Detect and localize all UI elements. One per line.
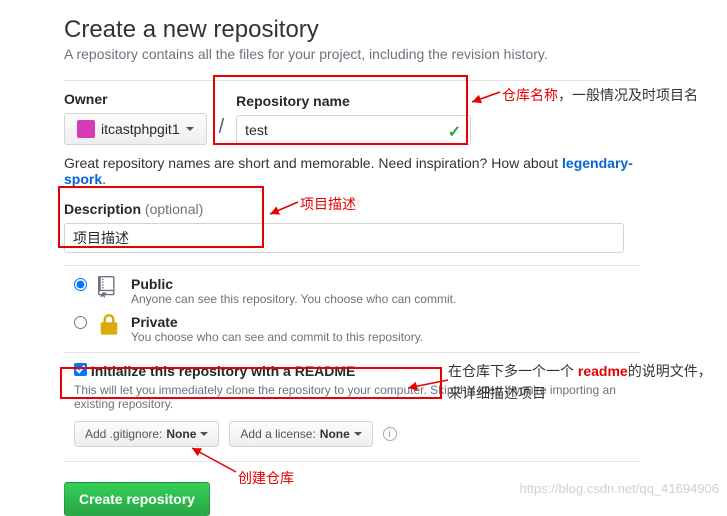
private-label: Private (131, 314, 423, 330)
check-icon: ✓ (448, 122, 461, 142)
init-readme-checkbox[interactable] (74, 363, 87, 376)
watermark: https://blog.csdn.net/qq_41694906 (520, 481, 720, 496)
init-readme-label: Initialize this repository with a README (91, 363, 355, 379)
create-repository-button[interactable]: Create repository (64, 482, 210, 516)
chevron-down-icon (200, 432, 208, 436)
owner-label: Owner (64, 91, 207, 107)
description-label: Description (optional) (64, 201, 640, 217)
description-input[interactable] (64, 223, 624, 253)
chevron-down-icon (354, 432, 362, 436)
owner-value: itcastphpgit1 (101, 121, 180, 137)
public-label: Public (131, 276, 456, 292)
repo-icon (95, 276, 123, 298)
divider (64, 461, 640, 462)
divider (64, 265, 640, 266)
owner-repo-separator: / (215, 116, 229, 145)
repo-name-label: Repository name (236, 93, 471, 109)
visibility-public-row[interactable]: Public Anyone can see this repository. Y… (74, 276, 640, 306)
divider (64, 352, 640, 353)
gitignore-select[interactable]: Add .gitignore: None (74, 421, 219, 447)
public-radio[interactable] (74, 278, 87, 291)
repo-name-input[interactable] (236, 115, 471, 145)
info-icon[interactable]: i (383, 427, 397, 441)
avatar-icon (77, 120, 95, 138)
divider (64, 80, 640, 81)
owner-select[interactable]: itcastphpgit1 (64, 113, 207, 145)
repo-name-hint: Great repository names are short and mem… (64, 155, 640, 187)
init-readme-row[interactable]: Initialize this repository with a README (74, 363, 355, 379)
page-title: Create a new repository (64, 16, 640, 44)
private-desc: You choose who can see and commit to thi… (131, 330, 423, 344)
visibility-private-row[interactable]: Private You choose who can see and commi… (74, 314, 640, 344)
chevron-down-icon (186, 127, 194, 131)
public-desc: Anyone can see this repository. You choo… (131, 292, 456, 306)
license-select[interactable]: Add a license: None (229, 421, 372, 447)
private-radio[interactable] (74, 316, 87, 329)
init-readme-desc: This will let you immediately clone the … (74, 383, 640, 411)
page-subtitle: A repository contains all the files for … (64, 46, 640, 62)
lock-icon (95, 314, 123, 336)
